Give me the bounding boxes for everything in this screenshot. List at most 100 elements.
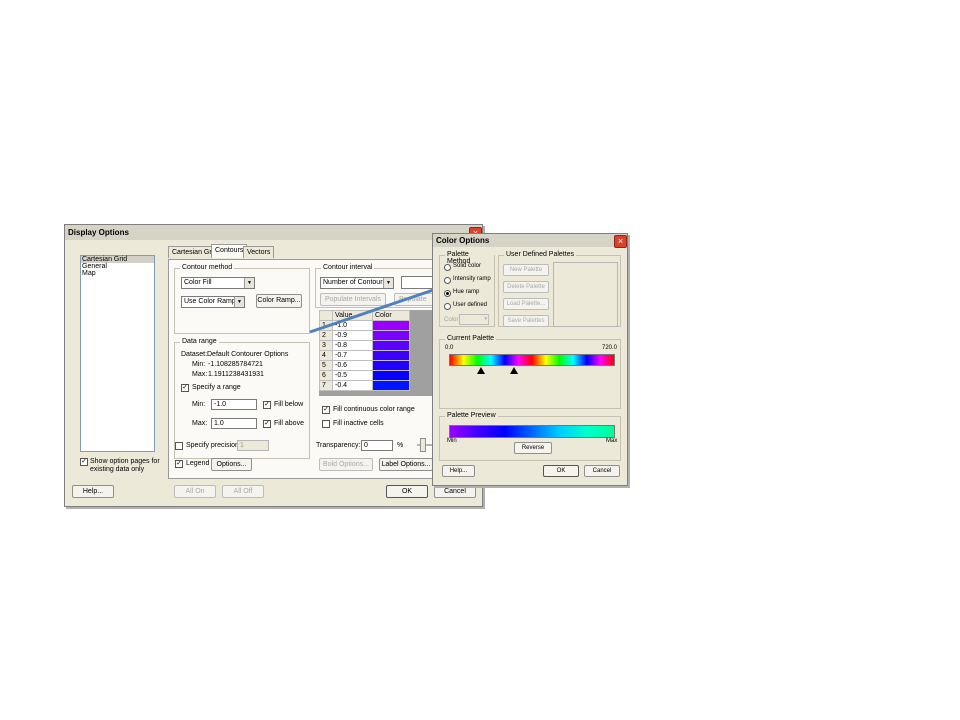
color-options-titlebar[interactable]: Color Options <box>433 234 627 247</box>
range-max-input[interactable]: 1.0 <box>211 418 257 429</box>
solid-color-label: Solid color <box>453 263 482 269</box>
specify-precision-checkbox[interactable] <box>175 442 183 450</box>
data-range-legend: Data range <box>180 338 219 345</box>
intensity-ramp-radio[interactable] <box>444 277 451 284</box>
palette-marker-end[interactable] <box>510 367 518 374</box>
row-number: 3 <box>319 340 333 351</box>
color-cancel-button[interactable]: Cancel <box>584 465 620 477</box>
row-value[interactable]: -0.5 <box>332 370 373 381</box>
color-ramp-button[interactable]: Color Ramp... <box>256 294 302 308</box>
row-color-swatch[interactable] <box>372 380 410 391</box>
color-options-window: Color Options × Palette Method Solid col… <box>432 233 628 486</box>
palette-preview-legend: Palette Preview <box>445 412 498 419</box>
palette-preview-group: Palette Preview Min Max Reverse <box>439 412 621 461</box>
fill-below-label: Fill below <box>274 401 304 408</box>
transparency-input[interactable]: 0 <box>361 440 393 451</box>
data-max-label: Max: <box>192 371 208 378</box>
color-swatch-button[interactable]: ▾ <box>459 314 489 325</box>
color-help-button[interactable]: Help... <box>442 465 475 477</box>
label-options-button[interactable]: Label Options... <box>379 458 433 471</box>
row-value[interactable]: -0.4 <box>332 380 373 391</box>
palette-marker-start[interactable] <box>477 367 485 374</box>
load-palette-button[interactable]: Load Palette... <box>503 298 549 310</box>
all-off-button[interactable]: All Off <box>222 485 264 498</box>
legend-options-button[interactable]: Options... <box>211 458 252 471</box>
specify-range-checkbox[interactable]: ✓ <box>181 384 189 392</box>
preview-max-label: Max <box>606 438 618 444</box>
show-pages-checkbox[interactable]: ✓ <box>80 458 88 466</box>
all-on-button[interactable]: All On <box>174 485 216 498</box>
hue-ramp-radio[interactable] <box>444 290 451 297</box>
row-value[interactable]: -0.6 <box>332 360 373 371</box>
intensity-ramp-label: Intensity ramp <box>453 276 491 282</box>
show-pages-label-1: Show option pages for <box>90 458 160 465</box>
color-ramp-select[interactable]: Use Color Ramp ▼ <box>181 296 245 308</box>
row-number: 5 <box>319 360 333 371</box>
fill-continuous-checkbox[interactable]: ✓ <box>322 406 330 414</box>
new-palette-button[interactable]: New Palette <box>503 264 549 276</box>
table-row[interactable]: 4 -0.7 <box>319 350 410 361</box>
table-row[interactable]: 5 -0.6 <box>319 360 410 371</box>
contour-method-legend: Contour method <box>180 264 235 271</box>
color-options-title: Color Options <box>436 236 490 245</box>
preview-min-label: Min <box>447 438 457 444</box>
fill-inactive-checkbox[interactable] <box>322 420 330 428</box>
reverse-button[interactable]: Reverse <box>514 442 552 454</box>
bold-options-button[interactable]: Bold Options... <box>319 458 373 471</box>
color-ok-button[interactable]: OK <box>543 465 579 477</box>
fill-above-checkbox[interactable]: ✓ <box>263 420 271 428</box>
percent-label: % <box>397 442 404 449</box>
contour-method-value: Color Fill <box>184 279 212 286</box>
save-palettes-button[interactable]: Save Palettes <box>503 315 549 327</box>
tab-vectors[interactable]: Vectors <box>243 246 275 258</box>
color-label: Color: <box>444 317 461 323</box>
row-number: 6 <box>319 370 333 381</box>
precision-input[interactable]: 1 <box>237 440 269 451</box>
row-color-swatch[interactable] <box>372 360 410 371</box>
transparency-slider-thumb[interactable] <box>420 438 426 452</box>
tree-item-general[interactable]: General <box>81 263 154 270</box>
chevron-down-icon: ▼ <box>234 297 244 307</box>
row-color-swatch[interactable] <box>372 370 410 381</box>
contour-method-select[interactable]: Color Fill ▼ <box>181 277 255 289</box>
window-title: Display Options <box>68 228 129 237</box>
tree-item-map[interactable]: Map <box>81 270 154 277</box>
color-ramp-value: Use Color Ramp <box>184 298 236 305</box>
option-tree[interactable]: Cartesian Grid General Map <box>80 255 155 452</box>
fill-above-label: Fill above <box>274 420 304 427</box>
fill-below-checkbox[interactable]: ✓ <box>263 401 271 409</box>
row-value[interactable]: -0.7 <box>332 350 373 361</box>
specify-precision-label: Specify precision <box>186 442 239 449</box>
table-row[interactable]: 7 -0.4 <box>319 380 410 391</box>
tree-item-cartesian-grid[interactable]: Cartesian Grid <box>81 256 154 263</box>
data-max-value: 1.1911238431931 <box>208 371 264 378</box>
solid-color-radio[interactable] <box>444 264 451 271</box>
range-min-input[interactable]: -1.0 <box>211 399 257 410</box>
chevron-down-icon: ▼ <box>244 278 254 288</box>
table-row[interactable]: 6 -0.5 <box>319 370 410 381</box>
current-palette-legend: Current Palette <box>445 335 497 342</box>
row-color-swatch[interactable] <box>372 340 410 351</box>
specify-range-label: Specify a range <box>192 384 241 391</box>
delete-palette-button[interactable]: Delete Palette <box>503 281 549 293</box>
legend-checkbox[interactable]: ✓ <box>175 460 183 468</box>
close-icon[interactable]: × <box>614 235 627 248</box>
row-color-swatch[interactable] <box>372 350 410 361</box>
row-value[interactable]: -0.8 <box>332 340 373 351</box>
ok-button[interactable]: OK <box>386 485 428 498</box>
user-defined-label: User defined <box>453 302 488 308</box>
palette-list[interactable] <box>553 262 618 327</box>
fill-continuous-label: Fill continuous color range <box>333 406 415 413</box>
cancel-button[interactable]: Cancel <box>434 485 476 498</box>
transparency-label: Transparency: <box>316 442 361 449</box>
hue-ramp-label: Hue ramp <box>453 289 480 295</box>
help-button[interactable]: Help... <box>72 485 114 498</box>
display-options-titlebar[interactable]: Display Options <box>65 225 482 240</box>
tab-contours[interactable]: Contours <box>211 244 248 258</box>
contour-method-group: Contour method Color Fill ▼ Use Color Ra… <box>174 264 310 334</box>
data-min-label: Min: <box>192 361 206 368</box>
table-row[interactable]: 3 -0.8 <box>319 340 410 351</box>
user-defined-radio[interactable] <box>444 303 451 310</box>
current-palette-bar[interactable] <box>449 354 615 366</box>
user-defined-legend: User Defined Palettes <box>504 251 577 258</box>
